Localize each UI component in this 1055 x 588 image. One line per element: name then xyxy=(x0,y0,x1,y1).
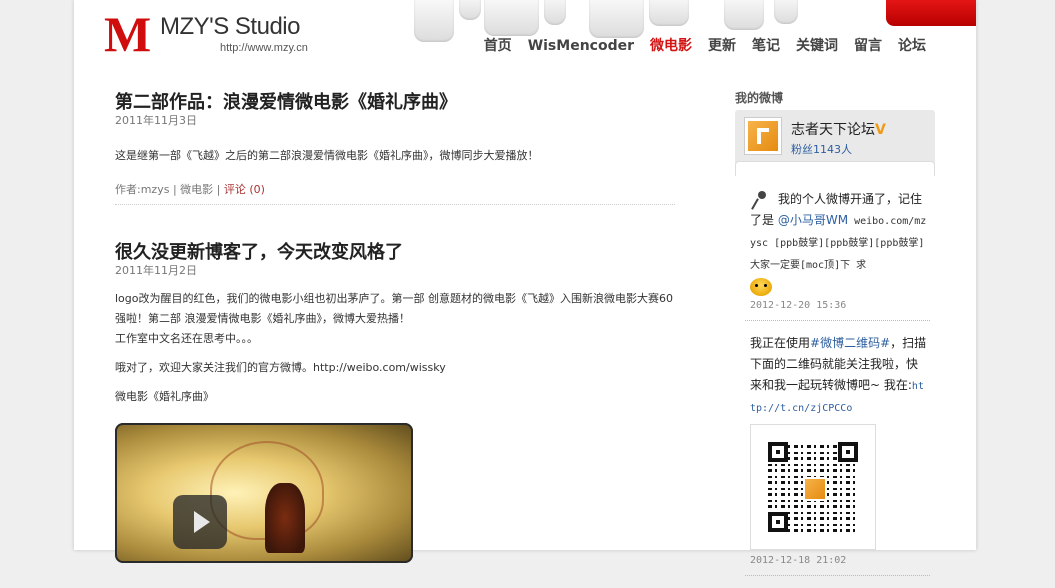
nav-notes[interactable]: 笔记 xyxy=(744,36,788,56)
weibo-fans-count[interactable]: 粉丝1143人 xyxy=(791,143,852,157)
post-paragraph: 微电影《婚礼序曲》 xyxy=(115,390,214,403)
feed-item: 我的个人微博开通了，记住了是 @小马哥WM weibo.com/mzysc [p… xyxy=(735,189,935,313)
feed-timestamp: 2012-12-18 21:02 xyxy=(750,555,847,566)
post: 第二部作品：浪漫爱情微电影《婚礼序曲》 2011年11月3日 这是继第一部《飞越… xyxy=(115,92,675,205)
post: 很久没更新博客了，今天改变风格了 2011年11月2日 logo改为醒目的红色，… xyxy=(115,242,675,407)
feed-divider xyxy=(745,320,930,321)
qr-code-image[interactable] xyxy=(750,424,876,550)
post-paragraph: 哦对了，欢迎大家关注我们的官方微博。http://weibo.com/wissk… xyxy=(115,361,446,374)
post-paragraph: logo改为醒目的红色，我们的微电影小组也初出茅庐了。第一部 创意题材的微电影《… xyxy=(115,292,673,325)
post-list: 第二部作品：浪漫爱情微电影《婚礼序曲》 2011年11月3日 这是继第一部《飞越… xyxy=(115,92,675,407)
qr-finder xyxy=(768,512,788,532)
post-body: 这是继第一部《飞越》之后的第二部浪漫爱情微电影《婚礼序曲》，微博同步大爱播放！ xyxy=(115,146,675,166)
feed-divider xyxy=(745,575,930,576)
post-divider xyxy=(115,204,675,205)
weibo-profile-card: 志者天下论坛V 粉丝1143人 xyxy=(735,110,935,176)
feed-text-prefix: 我正在使用 xyxy=(750,336,811,350)
logo-mark: M xyxy=(104,6,151,62)
play-icon[interactable] xyxy=(173,495,227,549)
header-decoration xyxy=(774,0,798,24)
sidebar: 我的微博 志者天下论坛V 粉丝1143人 我的个人微博开通了，记住了是 @小马哥… xyxy=(735,90,935,576)
post-paragraph: 这是继第一部《飞越》之后的第二部浪漫爱情微电影《婚礼序曲》，微博同步大爱播放！ xyxy=(115,149,539,162)
weibo-card-tab xyxy=(735,161,935,176)
header-decoration xyxy=(414,0,454,42)
nav-keywords[interactable]: 关键词 xyxy=(788,36,846,56)
header-decoration xyxy=(589,0,644,38)
sidebar-heading: 我的微博 xyxy=(735,91,784,105)
qr-logo-icon xyxy=(803,477,827,501)
post-title[interactable]: 第二部作品：浪漫爱情微电影《婚礼序曲》 xyxy=(115,92,675,114)
post-paragraph: 工作室中文名还在思考中。。。 xyxy=(115,332,258,345)
weibo-logo-icon xyxy=(748,121,778,151)
qr-finder xyxy=(838,442,858,462)
nav-home[interactable]: 首页 xyxy=(476,36,520,56)
nav-guestbook[interactable]: 留言 xyxy=(846,36,890,56)
post-date: 2011年11月3日 xyxy=(115,114,197,127)
feed-text: 我正在使用#微博二维码#，扫描下面的二维码就能关注我啦，快来和我一起玩转微博吧~… xyxy=(750,333,928,419)
header-decoration xyxy=(459,0,481,20)
feed-text: 我的个人微博开通了，记住了是 @小马哥WM weibo.com/mzysc [p… xyxy=(750,189,928,297)
hashtag-link[interactable]: #微博二维码# xyxy=(810,336,890,350)
post-category-link[interactable]: 微电影 xyxy=(180,183,213,196)
weibo-feed: 我的个人微博开通了，记住了是 @小马哥WM weibo.com/mzysc [p… xyxy=(735,189,935,588)
page: M MZY'S Studio http://www.mzy.cn 首页 WisM… xyxy=(74,0,976,576)
nav-micro-film[interactable]: 微电影 xyxy=(642,36,700,56)
post-comments-link[interactable]: 评论 (0) xyxy=(224,183,265,196)
post-title[interactable]: 很久没更新博客了，今天改变风格了 xyxy=(115,242,675,264)
site-url: http://www.mzy.cn xyxy=(220,42,308,54)
header-decoration xyxy=(544,0,566,25)
post-body: logo改为醒目的红色，我们的微电影小组也初出茅庐了。第一部 创意题材的微电影《… xyxy=(115,289,675,407)
nav-updates[interactable]: 更新 xyxy=(700,36,744,56)
header-red-tab xyxy=(886,0,976,26)
verified-icon: V xyxy=(875,122,886,138)
nav-forum[interactable]: 论坛 xyxy=(890,36,934,56)
nav-wismencoder[interactable]: WisMencoder xyxy=(520,36,642,56)
feed-timestamp: 2012-12-20 15:36 xyxy=(750,300,847,311)
header-decoration xyxy=(649,0,689,26)
feed-item: 我正在使用#微博二维码#，扫描下面的二维码就能关注我啦，快来和我一起玩转微博吧~… xyxy=(735,333,935,568)
emoji-icon xyxy=(750,277,772,296)
post-author: 作者:mzys xyxy=(115,183,170,196)
video-thumbnail-figure xyxy=(265,483,305,553)
site-title: MZY'S Studio xyxy=(160,13,300,40)
weibo-name-text: 志者天下论坛 xyxy=(791,122,875,138)
meta-separator: | xyxy=(216,183,224,196)
post-meta: 作者:mzys | 微电影 | 评论 (0) xyxy=(115,183,675,197)
weibo-name[interactable]: 志者天下论坛V xyxy=(791,121,886,139)
qr-finder xyxy=(768,442,788,462)
microphone-icon xyxy=(752,191,766,209)
avatar[interactable] xyxy=(744,117,782,155)
main-nav: 首页 WisMencoder 微电影 更新 笔记 关键词 留言 论坛 xyxy=(476,36,934,56)
video-player[interactable] xyxy=(115,423,413,563)
header-decoration xyxy=(484,0,539,36)
post-date: 2011年11月2日 xyxy=(115,264,197,277)
mention-link[interactable]: @小马哥WM xyxy=(778,213,848,227)
header-decoration xyxy=(724,0,764,30)
